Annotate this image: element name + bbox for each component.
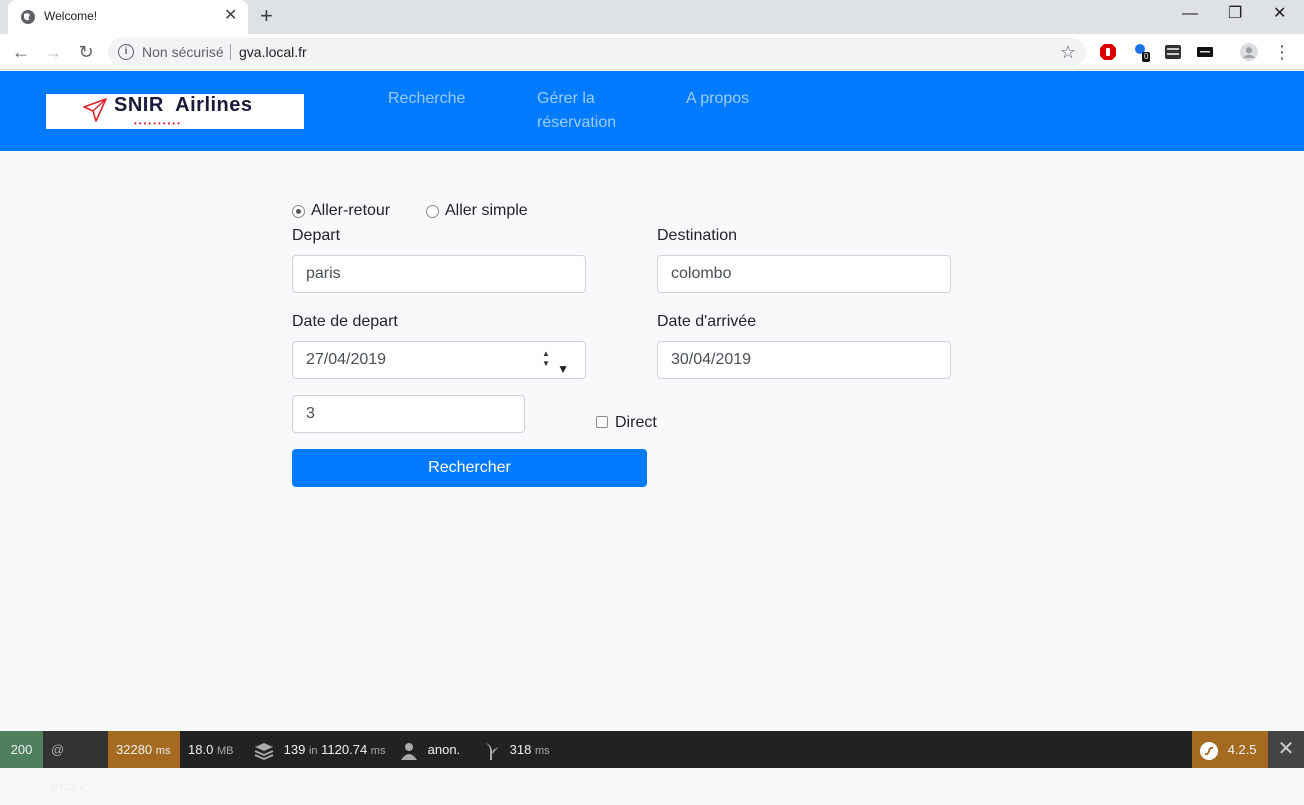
paper-plane-icon [83,98,107,122]
radio-button-checked[interactable] [292,204,305,218]
forward-icon[interactable]: → [42,41,64,63]
twig-time-value: 318 [509,742,532,757]
browser-tabstrip: Welcome! ✕ + — ❐ ✕ [0,0,1304,34]
extension-badge-count: 0 [1142,52,1151,62]
radio-label: Aller simple [445,202,528,219]
profile-avatar-icon[interactable] [1240,43,1258,61]
address-separator [230,44,231,60]
tab-close-icon[interactable]: ✕ [224,8,237,24]
nav-link-gerer-reservation-line2[interactable]: réservation [537,111,616,135]
radio-button[interactable] [426,204,439,218]
back-icon[interactable]: ← [10,41,32,63]
browser-menu-icon[interactable]: ⋮ [1271,41,1293,63]
symfony-logo-icon [1200,741,1218,760]
time-value: 32280 [116,742,153,757]
radio-aller-simple[interactable]: Aller simple [426,202,528,220]
logo-text: SNIR Airlines [114,94,253,116]
tab-title: Welcome! [44,9,98,23]
user-item[interactable]: anon. [392,731,468,768]
route-item[interactable]: @ index [43,731,108,794]
date-arrivee-input[interactable]: 30/04/2019 [657,341,951,379]
date-depart-value: 27/04/2019 [306,351,387,368]
extension-badge-icon[interactable]: 0 [1133,43,1151,62]
bookmark-star-icon[interactable]: ☆ [1060,41,1076,63]
spinner-icon[interactable]: ▲ ▼ [541,349,551,371]
destination-input[interactable]: colombo [657,255,951,293]
nav-link-a-propos[interactable]: A propos [686,87,749,111]
browser-tab[interactable]: Welcome! ✕ [8,0,248,34]
close-toolbar-icon[interactable]: ✕ [1268,731,1304,768]
destination-label: Destination [657,227,738,244]
depart-input[interactable]: paris [292,255,586,293]
twig-time-unit: ms [534,745,550,757]
symfony-debug-toolbar: 200 @ index 32280 ms 18.0 MB 139 in 1120… [0,731,1304,794]
db-time-unit: ms [370,745,386,757]
close-window-button[interactable]: ✕ [1273,4,1286,24]
date-depart-label: Date de depart [292,313,398,330]
passengers-input[interactable]: 3 [292,395,525,433]
date-arrivee-label: Date d'arrivée [657,313,757,330]
minimize-button[interactable]: — [1182,4,1198,24]
rechercher-button[interactable]: Rechercher [292,449,647,487]
twig-item[interactable]: 318 ms [474,731,558,768]
status-code-badge[interactable]: 200 [0,731,43,768]
route-prefix: @ [51,742,65,757]
memory-unit: MB [216,745,234,757]
memory-item[interactable]: 18.0 MB [180,731,241,768]
nav-link-recherche[interactable]: Recherche [388,87,465,111]
media-icon[interactable] [1164,43,1182,61]
db-query-count: 139 [283,742,306,757]
keyboard-icon[interactable] [1196,43,1214,61]
time-unit: ms [155,745,171,757]
site-logo[interactable]: SNIR Airlines •••••••••• [46,94,304,129]
db-in-label: in [308,745,318,757]
url-text[interactable]: gva.local.fr [239,44,307,60]
not-secure-label: Non sécurisé [142,44,224,60]
site-navbar: SNIR Airlines •••••••••• Recherche Gérer… [0,71,1304,151]
user-name: anon. [427,742,461,757]
symfony-version-item[interactable]: 4.2.5 [1192,731,1268,768]
calendar-dropdown-icon[interactable]: ▼ [557,351,569,387]
direct-label: Direct [615,414,657,431]
reload-icon[interactable]: ↻ [75,41,97,63]
logo-dots: •••••••••• [134,119,183,128]
db-time-value: 1120.74 [321,742,368,757]
direct-checkbox[interactable] [596,416,608,428]
db-item[interactable]: 139 in 1120.74 ms [246,731,393,768]
route-name: index [51,779,85,794]
nav-link-gerer-reservation[interactable]: Gérer la [537,87,595,111]
database-layers-icon [254,742,274,760]
restore-button[interactable]: ❐ [1228,4,1242,24]
user-icon [401,742,417,760]
new-tab-button[interactable]: + [260,5,273,27]
globe-icon [21,10,35,24]
date-depart-input[interactable]: 27/04/2019 ▲ ▼ ▼ [292,341,586,379]
twig-icon [486,742,499,760]
memory-value: 18.0 [188,742,214,757]
symfony-version: 4.2.5 [1227,742,1257,757]
adblock-icon[interactable] [1099,43,1117,61]
radio-aller-retour[interactable]: Aller-retour [292,202,390,220]
depart-label: Depart [292,227,341,244]
time-item[interactable]: 32280 ms [108,731,180,768]
radio-label: Aller-retour [311,202,391,219]
info-icon[interactable]: i [118,44,134,60]
address-bar[interactable]: i Non sécurisé gva.local.fr ☆ [108,38,1086,66]
